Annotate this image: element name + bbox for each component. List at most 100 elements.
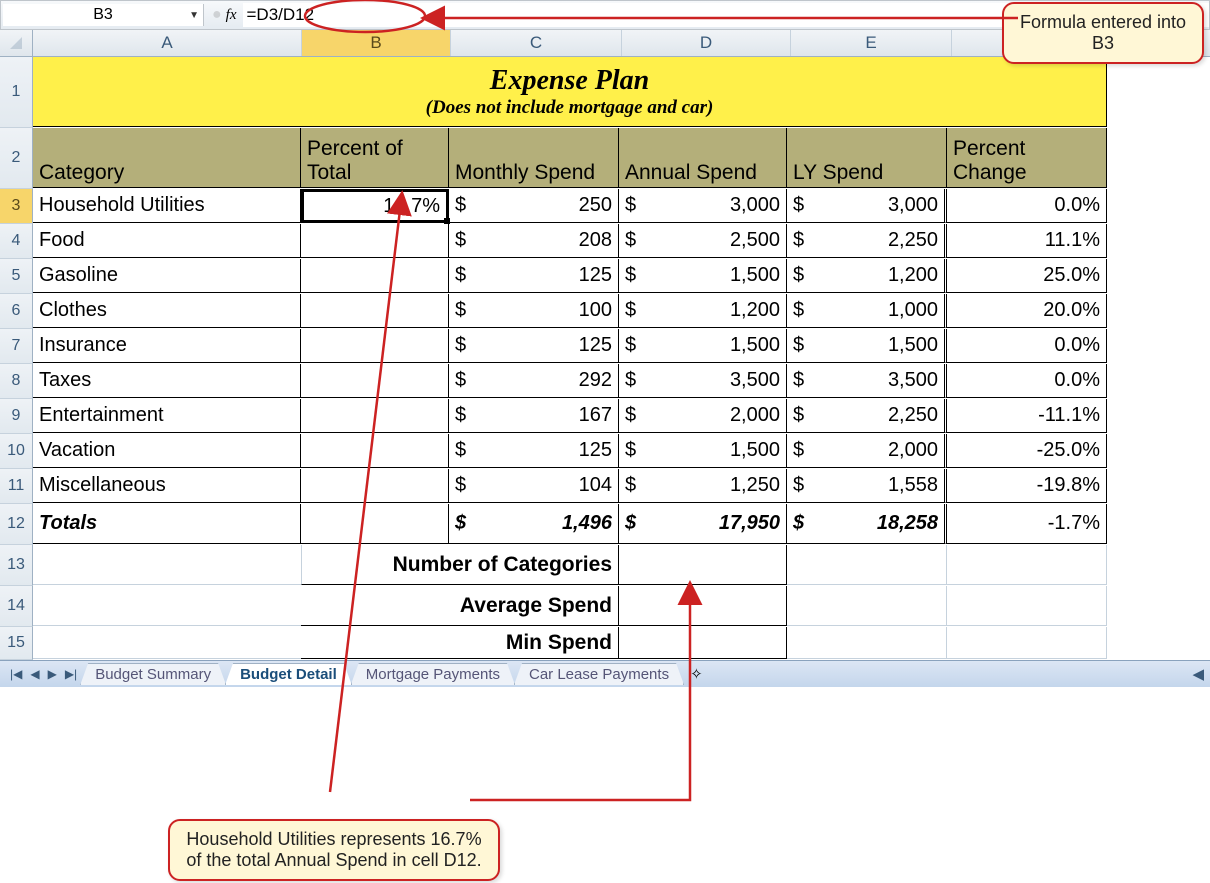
cell-F5[interactable]: 25.0%: [947, 259, 1107, 293]
row-header-2[interactable]: 2: [0, 128, 33, 189]
cell-D4[interactable]: $2,500: [619, 224, 787, 258]
cell-E3[interactable]: $3,000: [787, 189, 947, 223]
label-average-spend[interactable]: Average Spend: [301, 586, 619, 626]
col-header-A[interactable]: A: [33, 30, 302, 56]
label-number-of-categories[interactable]: Number of Categories: [301, 545, 619, 585]
totals-C[interactable]: $1,496: [449, 504, 619, 544]
row-header-7[interactable]: 7: [0, 329, 33, 364]
row-header-14[interactable]: 14: [0, 586, 33, 627]
row-header-4[interactable]: 4: [0, 224, 33, 259]
cell-A11[interactable]: Miscellaneous: [33, 469, 301, 503]
header-ly-spend[interactable]: LY Spend: [787, 128, 947, 188]
name-box[interactable]: B3 ▼: [3, 4, 204, 26]
cell-D7[interactable]: $1,500: [619, 329, 787, 363]
cell-C5[interactable]: $125: [449, 259, 619, 293]
cell-E4[interactable]: $2,250: [787, 224, 947, 258]
cell-F13[interactable]: [947, 545, 1107, 585]
cell-F6[interactable]: 20.0%: [947, 294, 1107, 328]
cell-F9[interactable]: -11.1%: [947, 399, 1107, 433]
scroll-left-icon[interactable]: ◀: [1186, 665, 1210, 683]
totals-F[interactable]: -1.7%: [947, 504, 1107, 544]
cell-D6[interactable]: $1,200: [619, 294, 787, 328]
cell-F10[interactable]: -25.0%: [947, 434, 1107, 468]
cell-B3[interactable]: 16.7%: [301, 189, 449, 223]
col-header-B[interactable]: B: [302, 30, 451, 56]
cell-D15[interactable]: [619, 627, 787, 659]
cell-A14[interactable]: [33, 586, 301, 626]
cell-A10[interactable]: Vacation: [33, 434, 301, 468]
cell-F8[interactable]: 0.0%: [947, 364, 1107, 398]
label-min-spend[interactable]: Min Spend: [301, 627, 619, 659]
row-header-10[interactable]: 10: [0, 434, 33, 469]
header-percent-change[interactable]: Percent Change: [947, 128, 1107, 188]
title-cell[interactable]: Expense Plan (Does not include mortgage …: [33, 57, 1107, 127]
cell-C4[interactable]: $208: [449, 224, 619, 258]
row-header-1[interactable]: 1: [0, 57, 33, 128]
cell-C3[interactable]: $250: [449, 189, 619, 223]
cell-E15[interactable]: [787, 627, 947, 659]
fx-icon[interactable]: fx: [226, 7, 237, 24]
cell-B11[interactable]: [301, 469, 449, 503]
cell-B4[interactable]: [301, 224, 449, 258]
cell-A7[interactable]: Insurance: [33, 329, 301, 363]
cell-D3[interactable]: $3,000: [619, 189, 787, 223]
new-sheet-icon[interactable]: ✧: [690, 665, 703, 683]
cell-D9[interactable]: $2,000: [619, 399, 787, 433]
totals-D[interactable]: $17,950: [619, 504, 787, 544]
cell-A13[interactable]: [33, 545, 301, 585]
row-header-9[interactable]: 9: [0, 399, 33, 434]
row-header-12[interactable]: 12: [0, 504, 33, 545]
cell-F3[interactable]: 0.0%: [947, 189, 1107, 223]
cell-B5[interactable]: [301, 259, 449, 293]
cell-F7[interactable]: 0.0%: [947, 329, 1107, 363]
tab-mortgage-payments[interactable]: Mortgage Payments: [351, 663, 515, 685]
header-annual-spend[interactable]: Annual Spend: [619, 128, 787, 188]
cell-E10[interactable]: $2,000: [787, 434, 947, 468]
cell-B9[interactable]: [301, 399, 449, 433]
cell-C9[interactable]: $167: [449, 399, 619, 433]
cell-A4[interactable]: Food: [33, 224, 301, 258]
first-sheet-icon[interactable]: |◀: [6, 667, 26, 681]
cell-D14[interactable]: [619, 586, 787, 626]
prev-sheet-icon[interactable]: ◀: [26, 667, 43, 681]
cell-E14[interactable]: [787, 586, 947, 626]
cell-E11[interactable]: $1,558: [787, 469, 947, 503]
row-header-3[interactable]: 3: [0, 189, 33, 224]
cell-C6[interactable]: $100: [449, 294, 619, 328]
cell-A6[interactable]: Clothes: [33, 294, 301, 328]
cell-C10[interactable]: $125: [449, 434, 619, 468]
cell-F4[interactable]: 11.1%: [947, 224, 1107, 258]
cell-F14[interactable]: [947, 586, 1107, 626]
cancel-icon[interactable]: ●: [212, 6, 222, 24]
col-header-D[interactable]: D: [622, 30, 791, 56]
name-box-dropdown-icon[interactable]: ▼: [189, 10, 199, 21]
cell-C8[interactable]: $292: [449, 364, 619, 398]
cell-A5[interactable]: Gasoline: [33, 259, 301, 293]
select-all-triangle[interactable]: [0, 30, 33, 56]
cell-A9[interactable]: Entertainment: [33, 399, 301, 433]
cell-D5[interactable]: $1,500: [619, 259, 787, 293]
row-header-5[interactable]: 5: [0, 259, 33, 294]
cell-B7[interactable]: [301, 329, 449, 363]
col-header-E[interactable]: E: [791, 30, 952, 56]
cell-D11[interactable]: $1,250: [619, 469, 787, 503]
row-header-15[interactable]: 15: [0, 627, 33, 660]
row-header-13[interactable]: 13: [0, 545, 33, 586]
row-header-6[interactable]: 6: [0, 294, 33, 329]
header-monthly-spend[interactable]: Monthly Spend: [449, 128, 619, 188]
cell-F15[interactable]: [947, 627, 1107, 659]
totals-B[interactable]: [301, 504, 449, 544]
cell-A3[interactable]: Household Utilities: [33, 189, 301, 223]
cell-C11[interactable]: $104: [449, 469, 619, 503]
cell-E13[interactable]: [787, 545, 947, 585]
header-percent-total[interactable]: Percent of Total: [301, 128, 449, 188]
col-header-C[interactable]: C: [451, 30, 622, 56]
last-sheet-icon[interactable]: ▶|: [61, 667, 81, 681]
cell-B8[interactable]: [301, 364, 449, 398]
cell-A15[interactable]: [33, 627, 301, 659]
tab-budget-summary[interactable]: Budget Summary: [80, 663, 226, 685]
next-sheet-icon[interactable]: ▶: [44, 667, 61, 681]
cell-C7[interactable]: $125: [449, 329, 619, 363]
tab-car-lease-payments[interactable]: Car Lease Payments: [514, 663, 684, 685]
totals-label[interactable]: Totals: [33, 504, 301, 544]
